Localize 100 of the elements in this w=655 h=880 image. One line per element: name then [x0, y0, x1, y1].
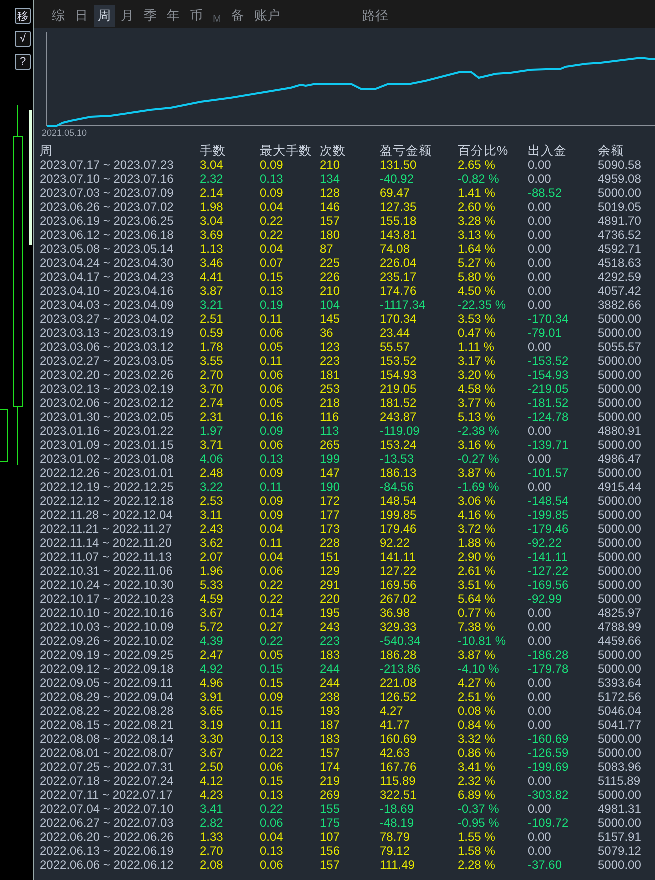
table-cell: -1117.34 [380, 298, 426, 312]
table-cell: 145 [320, 312, 340, 326]
tool-button[interactable]: √ [15, 31, 31, 47]
table-cell: 190 [320, 480, 340, 494]
period-tab[interactable]: 综 [48, 5, 69, 27]
table-cell: 3.77 % [458, 396, 496, 410]
table-cell: 0.05 [260, 648, 284, 662]
table-cell: 0.00 [528, 606, 552, 620]
table-cell: -40.92 [380, 172, 414, 186]
table-cell: 5.64 % [458, 592, 496, 606]
table-cell: 2022.09.12 ~ 2022.09.18 [40, 662, 174, 676]
table-cell: 5041.77 [598, 718, 642, 732]
table-cell: 3.21 [200, 298, 224, 312]
table-cell: -141.11 [528, 550, 568, 564]
table-cell: 2023.01.30 ~ 2023.02.05 [40, 410, 174, 424]
table-cell: 3.87 % [458, 466, 496, 480]
table-cell: 2023.06.19 ~ 2023.06.25 [40, 214, 174, 228]
table-cell: -88.52 [528, 186, 562, 200]
table-cell: 0.00 [528, 480, 552, 494]
table-cell: 157 [320, 746, 340, 760]
table-cell: 2.65 % [458, 158, 496, 172]
table-cell: 111.49 [380, 858, 415, 872]
period-tab[interactable]: 备 [227, 5, 248, 27]
table-cell: 183 [320, 732, 340, 746]
table-cell: 5000.00 [598, 438, 642, 452]
table-cell: 5000.00 [598, 382, 642, 396]
period-tab[interactable]: 日 [71, 5, 92, 27]
table-cell: 156 [320, 844, 340, 858]
table-cell: 0.00 [528, 298, 552, 312]
table-cell: 5079.12 [598, 844, 642, 858]
table-cell: 5000.00 [598, 312, 642, 326]
table-cell: 153.52 [380, 354, 417, 368]
table-cell: 2.32 [200, 172, 224, 186]
table-cell: 5000.00 [598, 508, 642, 522]
table-cell: 2023.02.13 ~ 2023.02.19 [40, 382, 174, 396]
table-cell: 0.15 [260, 676, 284, 690]
column-header: 盈亏金额 [380, 144, 432, 158]
table-cell: -540.34 [380, 634, 421, 648]
table-cell: 2022.11.28 ~ 2022.12.04 [40, 508, 173, 522]
period-tab[interactable]: 周 [94, 5, 115, 27]
table-cell: 2022.10.17 ~ 2022.10.23 [40, 592, 174, 606]
table-cell: -179.78 [528, 662, 569, 676]
table-cell: 0.00 [528, 634, 552, 648]
table-cell: 2022.11.14 ~ 2022.11.20 [40, 536, 172, 550]
table-cell: 7.38 % [458, 620, 496, 634]
table-cell: 183 [320, 648, 340, 662]
table-cell: 4.58 % [458, 382, 496, 396]
table-cell: 2023.02.20 ~ 2023.02.26 [40, 368, 174, 382]
table-cell: 4.27 [380, 704, 404, 718]
table-cell: 0.14 [260, 606, 284, 620]
table-cell: 2022.06.06 ~ 2022.06.12 [40, 858, 174, 872]
period-tab[interactable]: 年 [163, 5, 184, 27]
table-cell: 78.79 [380, 830, 410, 844]
path-tab[interactable]: 路径 [358, 5, 392, 27]
table-cell: 2022.09.05 ~ 2022.09.11 [40, 676, 173, 690]
table-cell: 1.78 [200, 340, 224, 354]
table-cell: 113 [320, 424, 340, 438]
table-cell: 5019.05 [598, 200, 642, 214]
table-cell: 223 [320, 634, 340, 648]
table-cell: 2023.03.13 ~ 2023.03.19 [40, 326, 174, 340]
table-cell: 115.89 [380, 774, 416, 788]
table-cell: 0.22 [260, 214, 284, 228]
table-cell: 2023.03.06 ~ 2023.03.12 [40, 340, 174, 354]
table-cell: 5000.00 [598, 536, 642, 550]
table-cell: 0.00 [528, 200, 552, 214]
table-cell: 0.06 [260, 760, 284, 774]
column-header: 手数 [200, 144, 226, 158]
table-cell: 0.04 [260, 242, 284, 256]
table-cell: 238 [320, 690, 340, 704]
table-cell: 5.13 % [458, 410, 496, 424]
table-cell: -18.69 [380, 802, 414, 816]
tool-button[interactable]: 移 [15, 8, 31, 24]
table-cell: 0.00 [528, 256, 552, 270]
table-cell: 193 [320, 704, 340, 718]
table-cell: 0.00 [528, 830, 552, 844]
table-cell: 0.00 [528, 718, 552, 732]
table-cell: 187 [320, 718, 340, 732]
table-cell: -2.38 % [458, 424, 500, 438]
table-cell: 134 [320, 172, 340, 186]
tool-button[interactable]: ? [15, 54, 31, 70]
table-cell: 0.00 [528, 172, 552, 186]
table-cell: 226 [320, 270, 340, 284]
table-cell: 5.72 [200, 620, 224, 634]
table-cell: 143.81 [380, 228, 417, 242]
table-cell: 3.91 [200, 690, 224, 704]
period-tab[interactable]: 月 [117, 5, 138, 27]
period-tab[interactable]: 币 [186, 5, 207, 27]
period-tab[interactable]: 季 [140, 5, 161, 27]
table-cell: -124.78 [528, 410, 569, 424]
table-cell: 0.09 [260, 494, 284, 508]
table-cell: 243 [320, 620, 340, 634]
table-cell: -170.34 [528, 312, 569, 326]
table-cell: 0.04 [260, 550, 284, 564]
table-cell: 3.46 [200, 256, 224, 270]
table-cell: 0.22 [260, 802, 284, 816]
table-cell: 3.62 [200, 536, 224, 550]
table-cell: 0.00 [528, 424, 552, 438]
table-cell: 0.00 [528, 844, 552, 858]
table-cell: 42.63 [380, 746, 410, 760]
period-tab[interactable]: 账户 [250, 5, 284, 27]
